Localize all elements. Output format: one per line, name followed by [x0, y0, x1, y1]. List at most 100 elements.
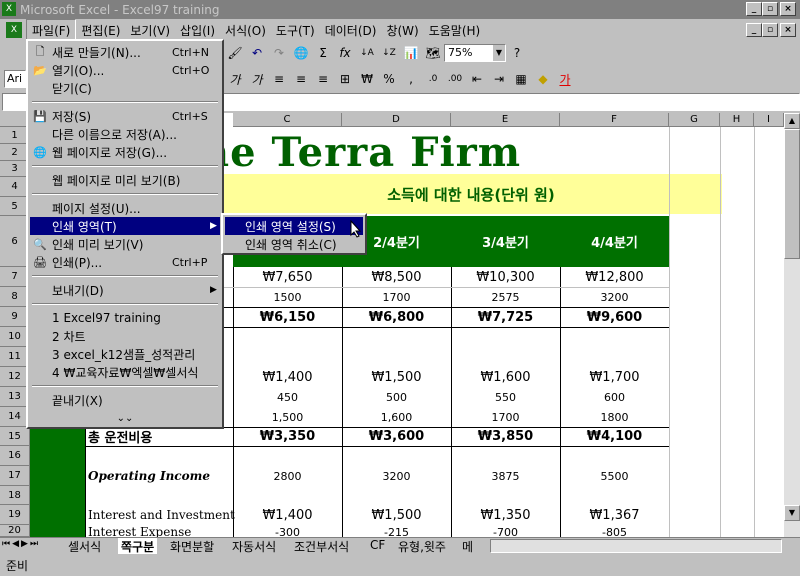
cell-d13[interactable]: 500	[342, 387, 451, 407]
cell-e14[interactable]: 1700	[451, 407, 560, 427]
menu-item-print-preview[interactable]: 🔍 인쇄 미리 보기(V)	[30, 235, 220, 253]
sort-descending-icon[interactable]: ↓Z	[378, 43, 400, 63]
menu-item-print-area[interactable]: 인쇄 영역(T) ▶	[30, 217, 220, 235]
col-header-i[interactable]: I	[754, 113, 784, 127]
chevron-down-icon[interactable]: ▼	[493, 45, 505, 61]
menu-item-clear-print-area[interactable]: 인쇄 영역 취소(C)	[225, 235, 363, 253]
cell-c9[interactable]: ₩6,150	[233, 307, 342, 327]
borders-icon[interactable]: ▦	[510, 69, 532, 89]
increase-decimal-icon[interactable]: .0	[422, 69, 444, 89]
fill-color-icon[interactable]: ◆	[532, 69, 554, 89]
menu-item-recent-2[interactable]: 2 차트	[30, 327, 220, 345]
menu-item-recent-4[interactable]: 4 ₩교육자료₩엑셀₩셀서식	[30, 363, 220, 381]
col-header-f[interactable]: F	[560, 113, 669, 127]
cell-b15-label[interactable]: 총 운전비용	[88, 427, 228, 446]
minimize-icon[interactable]: _	[746, 2, 762, 16]
menu-item-recent-3[interactable]: 3 excel_k12샘플_성적관리	[30, 345, 220, 363]
cell-d20[interactable]: -215	[342, 525, 451, 538]
map-icon[interactable]: 🗺	[422, 43, 444, 63]
cell-d19[interactable]: ₩1,500	[342, 505, 451, 525]
menu-format[interactable]: 서식(O)	[220, 20, 271, 41]
menu-item-send[interactable]: 보내기(D) ▶	[30, 281, 220, 299]
menu-item-new[interactable]: 🗋 새로 만들기(N)... Ctrl+N	[30, 43, 220, 61]
cell-c19[interactable]: ₩1,400	[233, 505, 342, 525]
cell-e7[interactable]: ₩10,300	[451, 267, 560, 287]
cell-d17[interactable]: 3200	[342, 466, 451, 486]
menu-data[interactable]: 데이터(D)	[320, 20, 382, 41]
merge-center-icon[interactable]: ⊞	[334, 69, 356, 89]
row-header-18[interactable]: 18	[0, 486, 30, 505]
menu-item-page-setup[interactable]: 페이지 설정(U)...	[30, 199, 220, 217]
cell-e15[interactable]: ₩3,850	[451, 427, 560, 446]
cell-c7[interactable]: ₩7,650	[233, 267, 342, 287]
cell-c13[interactable]: 450	[233, 387, 342, 407]
tab-scroll-icons[interactable]: ⏮◀▶⏭	[2, 539, 40, 549]
cell-d12[interactable]: ₩1,500	[342, 367, 451, 387]
col-header-g[interactable]: G	[669, 113, 720, 127]
menu-help[interactable]: 도움말(H)	[424, 20, 486, 41]
underline-icon[interactable]: 가	[224, 69, 246, 89]
cell-b17-label[interactable]: Operating Income	[88, 466, 233, 486]
menu-item-print[interactable]: 🖨 인쇄(P)... Ctrl+P	[30, 253, 220, 271]
menu-item-recent-1[interactable]: 1 Excel97 training	[30, 309, 220, 327]
cell-c17[interactable]: 2800	[233, 466, 342, 486]
cell-f7[interactable]: ₩12,800	[560, 267, 669, 287]
scroll-down-icon[interactable]: ▼	[784, 505, 800, 521]
menu-tools[interactable]: 도구(T)	[271, 20, 320, 41]
restore-icon[interactable]: ▫	[762, 2, 778, 16]
zoom-select[interactable]: 75% ▼	[444, 44, 506, 62]
comma-icon[interactable]: ,	[400, 69, 422, 89]
cell-f19[interactable]: ₩1,367	[560, 505, 669, 525]
col-header-d[interactable]: D	[342, 113, 451, 127]
percent-icon[interactable]: %	[378, 69, 400, 89]
format-painter-icon[interactable]: 🖌	[224, 43, 246, 63]
cell-c12[interactable]: ₩1,400	[233, 367, 342, 387]
cell-e12[interactable]: ₩1,600	[451, 367, 560, 387]
cell-d8[interactable]: 1700	[342, 287, 451, 307]
cell-f13[interactable]: 600	[560, 387, 669, 407]
workbook-icon[interactable]: X	[6, 22, 22, 38]
scroll-up-icon[interactable]: ▲	[784, 113, 800, 129]
row-header-16[interactable]: 16	[0, 446, 30, 466]
sheet-tab-cf[interactable]: CF	[370, 538, 385, 552]
cell-d9[interactable]: ₩6,800	[342, 307, 451, 327]
sheet-tab-more[interactable]: 메	[462, 538, 473, 555]
col-header-e[interactable]: E	[451, 113, 560, 127]
cell-c14[interactable]: 1,500	[233, 407, 342, 427]
chart-wizard-icon[interactable]: 📊	[400, 43, 422, 63]
hyperlink-icon[interactable]: 🌐	[290, 43, 312, 63]
cell-f9[interactable]: ₩9,600	[560, 307, 669, 327]
sheet-tab-page-break[interactable]: 쪽구분	[118, 538, 158, 555]
close-icon[interactable]: ×	[780, 2, 796, 16]
menu-item-close[interactable]: 닫기(C)	[30, 79, 220, 97]
cell-d14[interactable]: 1,600	[342, 407, 451, 427]
menu-item-save-web[interactable]: 🌐 웹 페이지로 저장(G)...	[30, 143, 220, 161]
vertical-scrollbar[interactable]: ▲ ▼	[784, 113, 800, 537]
function-icon[interactable]: fx	[334, 43, 356, 63]
increase-indent-icon[interactable]: ⇥	[488, 69, 510, 89]
cell-b19-label[interactable]: Interest and Investment	[88, 505, 235, 525]
menu-window[interactable]: 창(W)	[381, 20, 423, 41]
align-center-icon[interactable]: ≡	[290, 69, 312, 89]
cell-e19[interactable]: ₩1,350	[451, 505, 560, 525]
menu-edit[interactable]: 편집(E)	[76, 20, 125, 41]
cell-f15[interactable]: ₩4,100	[560, 427, 669, 446]
sheet-tab-autoformat[interactable]: 자동서식	[232, 538, 276, 555]
cell-e8[interactable]: 2575	[451, 287, 560, 307]
cell-f12[interactable]: ₩1,700	[560, 367, 669, 387]
help-icon[interactable]: ?	[506, 43, 528, 63]
cell-e17[interactable]: 3875	[451, 466, 560, 486]
menu-view[interactable]: 보기(V)	[125, 20, 175, 41]
cell-e20[interactable]: -700	[451, 525, 560, 538]
scroll-thumb[interactable]	[784, 129, 800, 259]
excel-app-icon[interactable]: X	[2, 2, 16, 16]
cell-e9[interactable]: ₩7,725	[451, 307, 560, 327]
menu-item-save-as[interactable]: 다른 이름으로 저장(A)...	[30, 125, 220, 143]
menu-item-save[interactable]: 💾 저장(S) Ctrl+S	[30, 107, 220, 125]
decrease-decimal-icon[interactable]: .00	[444, 69, 466, 89]
menu-item-open[interactable]: 📂 열기(O)... Ctrl+O	[30, 61, 220, 79]
sheet-tab-conditional[interactable]: 조건부서식	[294, 538, 349, 555]
autosum-icon[interactable]: Σ	[312, 43, 334, 63]
col-header-c[interactable]: C	[233, 113, 342, 127]
col-header-h[interactable]: H	[720, 113, 754, 127]
